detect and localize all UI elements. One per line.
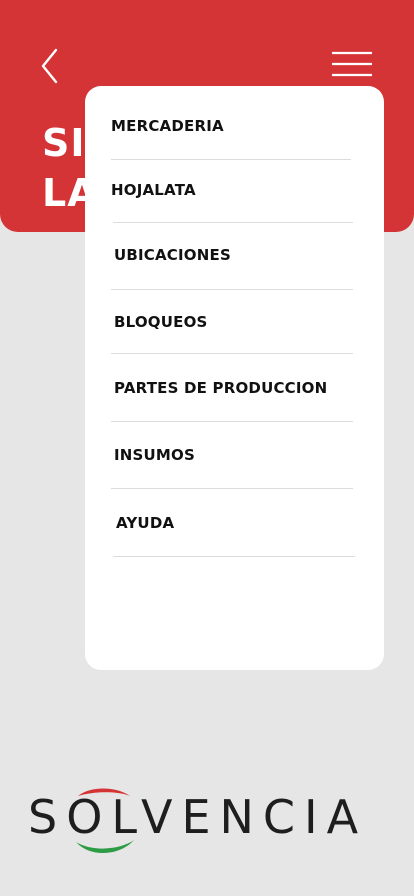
menu-item-partes-de-produccion[interactable]: PARTES DE PRODUCCION bbox=[114, 356, 374, 420]
dropdown-menu: MERCADERIA HOJALATA UBICACIONES BLOQUEOS… bbox=[85, 86, 384, 670]
chevron-left-icon bbox=[41, 48, 58, 84]
hamburger-menu-icon bbox=[332, 51, 372, 77]
logo-text: SOLVENCIA bbox=[28, 790, 368, 844]
menu-item-label: BLOQUEOS bbox=[114, 313, 208, 331]
back-button[interactable] bbox=[36, 46, 66, 86]
menu-item-label: AYUDA bbox=[116, 514, 175, 532]
divider bbox=[111, 488, 353, 489]
divider bbox=[111, 421, 353, 422]
menu-item-label: MERCADERIA bbox=[111, 117, 224, 135]
solvencia-logo: SOLVENCIA bbox=[28, 786, 386, 858]
menu-item-ubicaciones[interactable]: UBICACIONES bbox=[114, 223, 354, 287]
menu-item-bloqueos[interactable]: BLOQUEOS bbox=[114, 290, 354, 354]
menu-item-hojalata[interactable]: HOJALATA bbox=[111, 158, 351, 222]
menu-item-insumos[interactable]: INSUMOS bbox=[114, 423, 354, 487]
menu-item-label: HOJALATA bbox=[111, 181, 196, 199]
menu-item-ayuda[interactable]: AYUDA bbox=[116, 491, 356, 555]
menu-item-label: UBICACIONES bbox=[114, 246, 231, 264]
divider bbox=[111, 353, 353, 354]
divider bbox=[113, 556, 355, 557]
menu-item-label: INSUMOS bbox=[114, 446, 195, 464]
menu-item-label: PARTES DE PRODUCCION bbox=[114, 379, 328, 397]
menu-button[interactable] bbox=[330, 50, 374, 80]
menu-item-mercaderia[interactable]: MERCADERIA bbox=[111, 94, 351, 158]
